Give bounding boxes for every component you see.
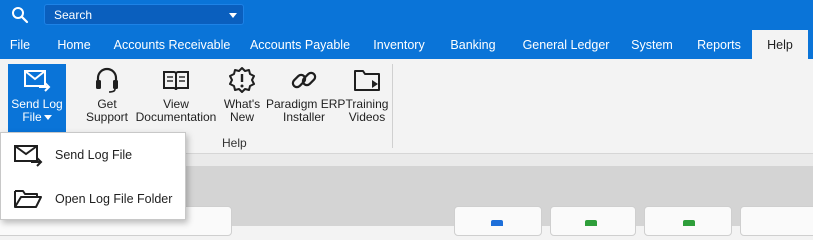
tab-help[interactable]: Help	[752, 30, 808, 59]
paradigm-erp-installer-label-2: Installer	[282, 110, 326, 124]
get-support-button[interactable]: Get Support	[82, 64, 132, 134]
send-log-file-label-2: File	[22, 110, 42, 124]
chevron-down-icon[interactable]	[229, 13, 237, 18]
send-log-file-button[interactable]: Send Log File	[8, 64, 66, 136]
card-dot	[683, 220, 695, 226]
view-documentation-button[interactable]: View Documentation	[133, 64, 219, 134]
card-dot	[491, 220, 503, 226]
folder-open-icon	[13, 187, 43, 211]
envelope-arrow-icon	[13, 143, 43, 167]
book-icon	[161, 66, 191, 94]
tab-general-ledger[interactable]: General Ledger	[514, 30, 618, 59]
dashboard-card[interactable]	[550, 206, 636, 236]
view-documentation-label-2: Documentation	[135, 110, 217, 124]
tab-accounts-payable[interactable]: Accounts Payable	[244, 30, 356, 59]
send-log-file-dropdown: Send Log File Open Log File Folder	[0, 132, 186, 220]
training-videos-button[interactable]: Training Videos	[344, 64, 390, 134]
tab-home[interactable]: Home	[46, 30, 102, 59]
get-support-label-2: Support	[85, 110, 129, 124]
video-folder-icon	[352, 66, 382, 94]
ribbon-group-label: Help	[222, 136, 247, 150]
training-videos-label-2: Videos	[348, 110, 386, 124]
card-dot	[585, 220, 597, 226]
caret-down-icon[interactable]	[43, 115, 52, 121]
search-placeholder: Search	[54, 8, 93, 22]
envelope-arrow-icon	[22, 66, 52, 94]
dashboard-card[interactable]	[740, 206, 813, 236]
dashboard-card[interactable]	[454, 206, 542, 236]
ribbon-tab-bar: File Home Accounts Receivable Accounts P…	[0, 30, 813, 59]
menu-item-send-log-file[interactable]: Send Log File	[1, 135, 185, 175]
link-icon	[289, 66, 319, 94]
group-divider	[392, 64, 393, 148]
whats-new-button[interactable]: What's New	[220, 64, 264, 134]
menu-item-open-log-file-folder[interactable]: Open Log File Folder	[1, 179, 185, 219]
tab-reports[interactable]: Reports	[690, 30, 748, 59]
whats-new-label-2: New	[229, 110, 254, 124]
tab-banking[interactable]: Banking	[443, 30, 503, 59]
headset-icon	[92, 66, 122, 94]
send-log-file-label-row: File	[8, 111, 66, 124]
search-input[interactable]: Search	[44, 4, 244, 25]
alert-badge-icon	[227, 66, 257, 94]
tab-inventory[interactable]: Inventory	[362, 30, 436, 59]
menu-item-label: Open Log File Folder	[55, 192, 173, 206]
top-bar: Search	[0, 0, 813, 30]
search-icon[interactable]	[11, 6, 29, 24]
tab-system[interactable]: System	[624, 30, 680, 59]
tab-file[interactable]: File	[0, 30, 40, 59]
paradigm-erp-installer-button[interactable]: Paradigm ERP Installer	[266, 64, 345, 134]
dashboard-card[interactable]	[644, 206, 732, 236]
tab-accounts-receivable[interactable]: Accounts Receivable	[108, 30, 236, 59]
menu-item-label: Send Log File	[55, 148, 133, 162]
